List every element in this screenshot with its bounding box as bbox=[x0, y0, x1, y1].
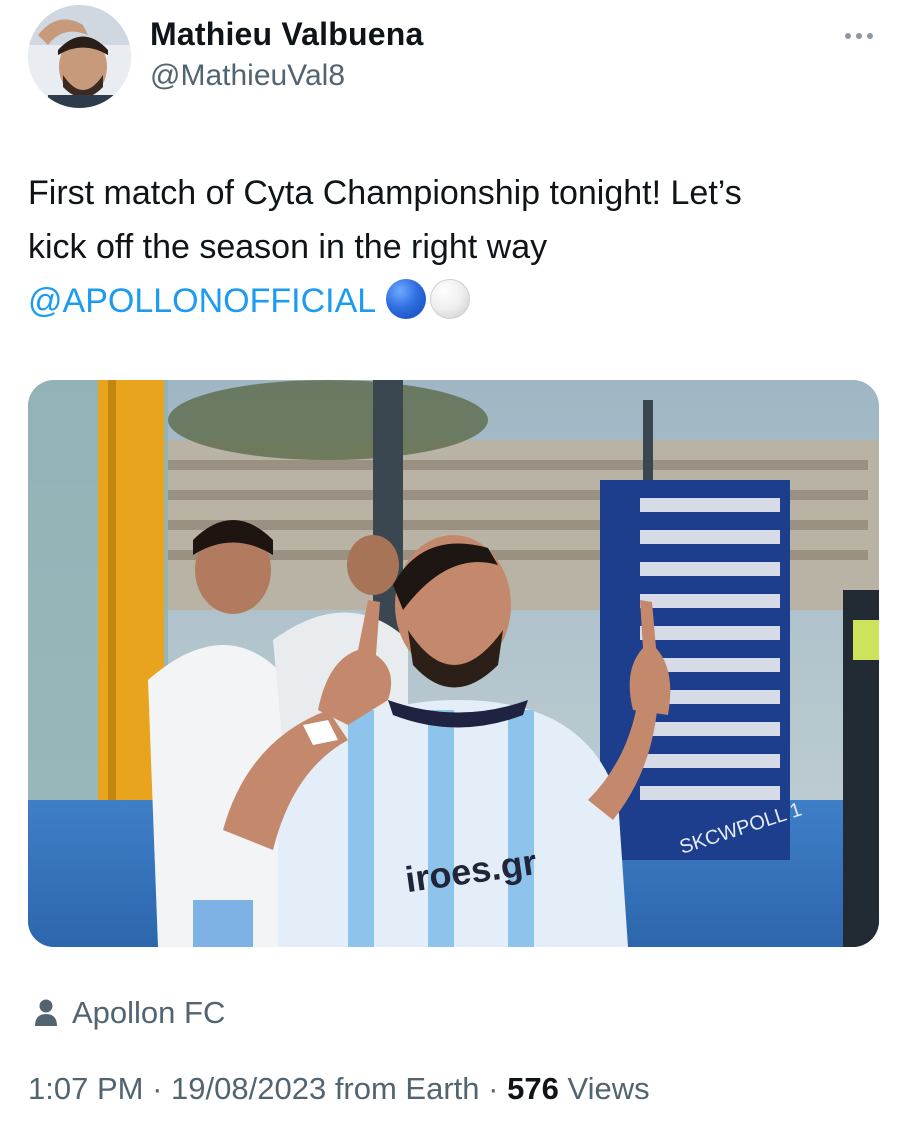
white-circle-icon bbox=[430, 279, 471, 319]
avatar[interactable] bbox=[28, 5, 131, 108]
tweet-text-line-1: First match of Cyta Championship tonight… bbox=[28, 174, 742, 212]
more-dot-icon bbox=[867, 33, 873, 39]
author-handle[interactable]: @MathieuVal8 bbox=[150, 59, 345, 93]
more-dot-icon bbox=[856, 33, 862, 39]
tagged-label: Apollon FC bbox=[72, 995, 226, 1030]
blue-circle-icon bbox=[386, 279, 427, 319]
meta-separator: · bbox=[152, 1071, 163, 1106]
mention-link[interactable]: @APOLLONOFFICIAL bbox=[28, 282, 376, 320]
tweet-text-line-3: @APOLLONOFFICIAL bbox=[28, 274, 878, 328]
more-dot-icon bbox=[845, 33, 851, 39]
person-icon bbox=[34, 998, 58, 1028]
tweet-date[interactable]: 19/08/2023 bbox=[171, 1071, 326, 1106]
meta-separator: · bbox=[488, 1071, 499, 1106]
more-options-button[interactable] bbox=[836, 22, 882, 50]
tweet-text: First match of Cyta Championship tonight… bbox=[28, 166, 878, 328]
tweet-photo-image: SKCWPOLL 1 iroes.gr bbox=[28, 380, 879, 947]
tagged-users[interactable]: Apollon FC bbox=[34, 995, 225, 1031]
tweet-text-line-2: kick off the season in the right way bbox=[28, 228, 548, 266]
views-count[interactable]: 576 bbox=[507, 1071, 559, 1106]
views-label[interactable]: Views bbox=[567, 1071, 649, 1106]
tweet-time[interactable]: 1:07 PM bbox=[28, 1071, 143, 1106]
avatar-image bbox=[28, 5, 131, 108]
author-name[interactable]: Mathieu Valbuena bbox=[150, 16, 423, 53]
tweet-source: from Earth bbox=[334, 1071, 480, 1106]
tweet-meta: 1:07 PM · 19/08/2023 from Earth · 576 Vi… bbox=[28, 1071, 650, 1107]
tweet-photo[interactable]: SKCWPOLL 1 iroes.gr bbox=[28, 380, 879, 947]
